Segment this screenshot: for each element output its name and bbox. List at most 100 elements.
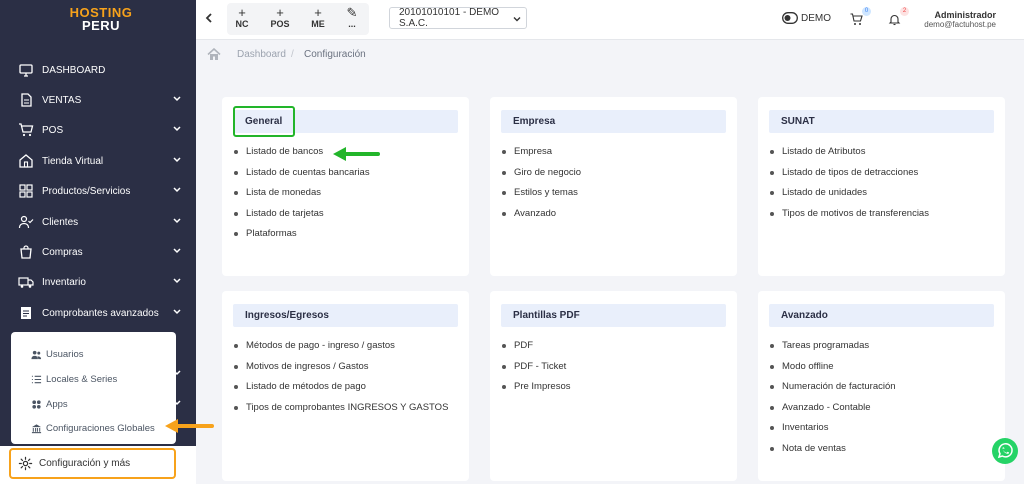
file-text-icon: [21, 307, 31, 319]
list-icon: [31, 375, 42, 383]
quick-action-label: ...: [348, 19, 356, 29]
link-listado-de-tipos-de-detracciones[interactable]: Listado de tipos de detracciones: [770, 167, 929, 188]
link-listado-de-metodos-de-pago[interactable]: Listado de métodos de pago: [234, 381, 448, 402]
document-icon: [21, 93, 32, 107]
store-icon: [19, 154, 33, 168]
card-links: Empresa Giro de negocio Estilos y temas …: [502, 146, 581, 228]
chevron-down-icon: [173, 278, 181, 284]
link-avanzado-empresa[interactable]: Avanzado: [502, 208, 581, 229]
link-modo-offline[interactable]: Modo offline: [770, 361, 896, 382]
link-tipos-de-motivos-de-transferencias[interactable]: Tipos de motivos de transferencias: [770, 208, 929, 229]
card-links: PDF PDF - Ticket Pre Impresos: [502, 340, 571, 402]
link-nota-de-ventas[interactable]: Nota de ventas: [770, 443, 896, 464]
breadcrumb-dashboard[interactable]: Dashboard: [237, 49, 286, 60]
link-pdf[interactable]: PDF: [502, 340, 571, 361]
link-motivos-de-ingresos-gastos[interactable]: Motivos de ingresos / Gastos: [234, 361, 448, 382]
chevron-down-icon: [513, 17, 521, 22]
submenu-item-configuraciones-globales[interactable]: Configuraciones Globales: [31, 419, 155, 437]
link-plataformas[interactable]: Plataformas: [234, 228, 370, 249]
plus-icon: +: [314, 5, 322, 20]
new-me-button[interactable]: + ME: [303, 6, 333, 34]
link-numeracion-de-facturacion[interactable]: Numeración de facturación: [770, 381, 896, 402]
sidebar-item-tienda-virtual[interactable]: Tienda Virtual: [0, 149, 196, 173]
submenu-item-usuarios[interactable]: Usuarios: [31, 345, 84, 363]
submenu-item-label: Configuraciones Globales: [46, 422, 155, 434]
pencil-icon: ✎: [346, 5, 358, 20]
link-pdf-ticket[interactable]: PDF - Ticket: [502, 361, 571, 382]
truck-icon: [18, 277, 34, 288]
link-empresa[interactable]: Empresa: [502, 146, 581, 167]
quick-actions: + NC + POS + ME ✎ ...: [227, 3, 369, 35]
sidebar-item-dashboard[interactable]: DASHBOARD: [0, 58, 196, 82]
chevron-down-icon: [173, 218, 181, 224]
link-avanzado-contable[interactable]: Avanzado - Contable: [770, 402, 896, 423]
quick-action-label: POS: [270, 19, 290, 29]
new-pos-button[interactable]: + POS: [265, 6, 295, 34]
submenu-item-label: Apps: [46, 398, 68, 410]
configuracion-label: Configuración y más: [39, 458, 131, 469]
sidebar-item-ventas[interactable]: VENTAS: [0, 88, 196, 112]
company-select[interactable]: 20101010101 - DEMO S.A.C.: [389, 7, 527, 29]
mode-label: DEMO: [801, 13, 831, 24]
home-icon[interactable]: [207, 48, 221, 61]
user-email: demo@factuhost.pe: [924, 20, 996, 29]
chevron-down-icon: [173, 248, 181, 254]
link-pre-impresos[interactable]: Pre Impresos: [502, 381, 571, 402]
sidebar-item-comprobantes-avanzados[interactable]: Comprobantes avanzados: [0, 301, 196, 325]
breadcrumb-separator: /: [291, 49, 294, 60]
user-check-icon: [18, 215, 34, 229]
cart-icon[interactable]: [850, 13, 863, 26]
sidebar-item-label: Inventario: [42, 276, 86, 288]
sidebar-item-inventario[interactable]: Inventario: [0, 270, 196, 294]
chevron-down-icon: [173, 309, 181, 315]
link-listado-de-unidades[interactable]: Listado de unidades: [770, 187, 929, 208]
submenu-item-locales-series[interactable]: Locales & Series: [31, 370, 117, 388]
plus-icon: +: [238, 5, 246, 20]
link-listado-de-atributos[interactable]: Listado de Atributos: [770, 146, 929, 167]
card-empresa: Empresa Empresa Giro de negocio Estilos …: [490, 97, 737, 276]
breadcrumb-current: Configuración: [304, 49, 366, 60]
users-icon: [31, 350, 42, 359]
sidebar-item-compras[interactable]: Compras: [0, 240, 196, 264]
gear-icon: [18, 456, 33, 471]
submenu-item-apps[interactable]: Apps: [31, 395, 68, 413]
card-title: Plantillas PDF: [501, 304, 726, 327]
green-pointer-arrow: [333, 147, 380, 161]
link-metodos-de-pago-ingreso-gastos[interactable]: Métodos de pago - ingreso / gastos: [234, 340, 448, 361]
whatsapp-button[interactable]: [992, 438, 1018, 464]
general-highlight-box: [233, 106, 295, 137]
sidebar-item-clientes[interactable]: Clientes: [0, 210, 196, 234]
sidebar-item-label: Productos/Servicios: [42, 185, 131, 197]
brand-logo[interactable]: HOSTING PERU: [66, 6, 136, 32]
sidebar-item-label: Tienda Virtual: [42, 155, 104, 167]
chevron-left-icon[interactable]: [202, 10, 216, 26]
link-giro-de-negocio[interactable]: Giro de negocio: [502, 167, 581, 188]
plus-icon: +: [276, 5, 284, 20]
user-name[interactable]: Administrador: [934, 10, 996, 20]
new-nc-button[interactable]: + NC: [227, 6, 257, 34]
card-avanzado: Avanzado Tareas programadas Modo offline…: [758, 291, 1005, 481]
link-tareas-programadas[interactable]: Tareas programadas: [770, 340, 896, 361]
sidebar-item-label: Compras: [42, 246, 83, 258]
sidebar-item-label: Clientes: [42, 216, 79, 228]
link-lista-de-monedas[interactable]: Lista de monedas: [234, 187, 370, 208]
configuracion-button[interactable]: Configuración y más: [9, 448, 176, 479]
notification-count-badge: 2: [900, 7, 909, 16]
sidebar-item-pos[interactable]: POS: [0, 118, 196, 142]
grid-icon: [19, 184, 33, 198]
toggle-icon[interactable]: [782, 12, 798, 24]
sidebar-item-productos-servicios[interactable]: Productos/Servicios: [0, 179, 196, 203]
card-title: Empresa: [501, 110, 726, 133]
link-estilos-y-temas[interactable]: Estilos y temas: [502, 187, 581, 208]
more-actions-button[interactable]: ✎ ...: [337, 6, 367, 34]
bell-icon[interactable]: [888, 13, 901, 26]
card-title: SUNAT: [769, 110, 994, 133]
card-plantillas-pdf: Plantillas PDF PDF PDF - Ticket Pre Impr…: [490, 291, 737, 481]
submenu-item-label: Usuarios: [46, 348, 84, 360]
card-ingresos-egresos: Ingresos/Egresos Métodos de pago - ingre…: [222, 291, 469, 481]
link-listado-de-cuentas-bancarias[interactable]: Listado de cuentas bancarias: [234, 167, 370, 188]
link-tipos-de-comprobantes[interactable]: Tipos de comprobantes INGRESOS Y GASTOS: [234, 402, 448, 423]
card-title: Avanzado: [769, 304, 994, 327]
link-inventarios[interactable]: Inventarios: [770, 422, 896, 443]
link-listado-de-tarjetas[interactable]: Listado de tarjetas: [234, 208, 370, 229]
